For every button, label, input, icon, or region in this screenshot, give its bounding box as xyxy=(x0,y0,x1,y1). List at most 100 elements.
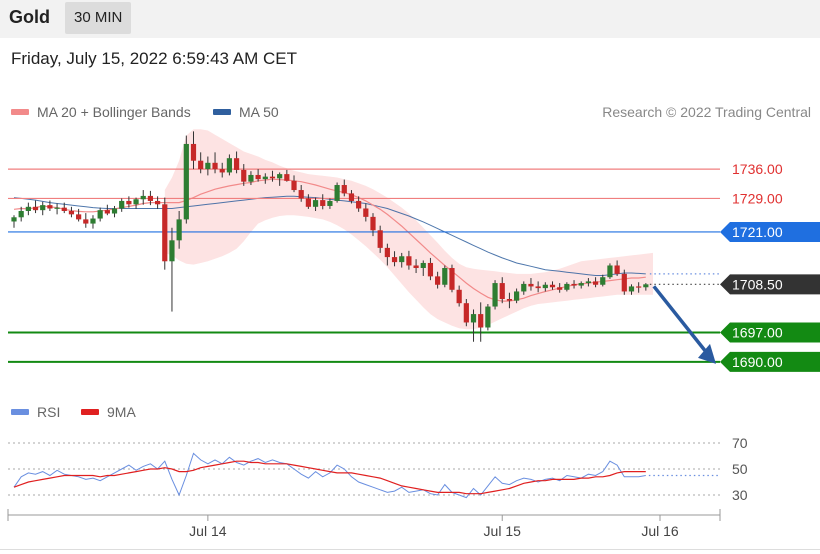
candle-body xyxy=(126,200,132,205)
level-text: 1690.00 xyxy=(732,354,783,370)
candle-body xyxy=(413,265,419,268)
candle-body xyxy=(363,208,369,217)
candle xyxy=(111,205,118,218)
candle-body xyxy=(600,277,606,285)
candle xyxy=(162,197,168,270)
candle xyxy=(492,280,498,310)
candle xyxy=(54,203,60,215)
rsi-tick-30: 30 xyxy=(732,487,748,503)
candle-body xyxy=(190,143,197,161)
candle-body xyxy=(435,276,441,285)
candle-body xyxy=(456,289,462,304)
candle-body xyxy=(535,286,541,289)
candle xyxy=(68,206,75,218)
candle-body xyxy=(18,211,24,218)
candle-body xyxy=(521,283,527,292)
candle-body xyxy=(47,205,53,209)
candle-body xyxy=(334,185,340,201)
candle-body xyxy=(140,195,146,200)
candle-body xyxy=(399,256,405,263)
level-text: 1736.00 xyxy=(732,161,783,177)
candle xyxy=(32,200,39,214)
candle xyxy=(442,265,448,288)
candle-body xyxy=(499,283,505,299)
candle-body xyxy=(83,219,89,224)
candle-body xyxy=(176,219,182,241)
candle-body xyxy=(104,210,110,214)
level-label-1729.00: 1729.00 xyxy=(732,190,783,206)
candle-body xyxy=(262,176,268,180)
candle-body xyxy=(356,200,362,209)
candle-body xyxy=(614,265,620,274)
candle-body xyxy=(384,247,390,258)
candle-body xyxy=(111,208,118,214)
level-text: 1697.00 xyxy=(732,325,783,341)
forecast-arrow-shaft xyxy=(652,285,708,353)
candle-body xyxy=(147,195,154,201)
candle-body xyxy=(255,174,261,180)
candle-body xyxy=(11,217,17,222)
candle-body xyxy=(298,190,304,199)
candle-body xyxy=(212,162,218,170)
candle-body xyxy=(621,273,627,292)
candle-body xyxy=(449,267,455,290)
candle-body xyxy=(370,216,376,231)
candle-body xyxy=(420,262,426,268)
candle-body xyxy=(269,176,276,179)
candle-body xyxy=(90,218,96,224)
candle-body xyxy=(557,287,563,290)
candle xyxy=(183,135,189,224)
candle-body xyxy=(470,314,477,323)
candle-body xyxy=(40,205,46,211)
candle-body xyxy=(155,200,161,205)
candle-body xyxy=(205,162,211,170)
level-text: 1708.50 xyxy=(732,276,783,292)
candle xyxy=(40,201,46,216)
candle-body xyxy=(542,284,548,289)
candle-body xyxy=(119,200,125,209)
level-label-1708.50: 1708.50 xyxy=(720,274,820,295)
candle-body xyxy=(549,284,556,288)
level-label-1736.00: 1736.00 xyxy=(732,161,783,177)
level-text: 1729.00 xyxy=(732,190,783,206)
candle-body xyxy=(636,286,642,288)
candle-body xyxy=(133,199,139,205)
candle xyxy=(449,264,455,293)
candle-body xyxy=(97,210,103,219)
candle-body xyxy=(198,160,204,170)
candle-body xyxy=(32,206,39,211)
candle-body xyxy=(291,180,297,191)
candle xyxy=(90,215,96,229)
candle-body xyxy=(233,158,240,170)
level-text: 1721.00 xyxy=(732,224,783,240)
candle-body xyxy=(585,281,591,284)
candle-body xyxy=(377,230,383,248)
candle-body xyxy=(406,256,412,266)
candle xyxy=(11,215,17,228)
candle-body xyxy=(607,265,613,278)
price-chart[interactable]: 1736.00 1729.00 1721.00 1708.50 1697.00 1690.… xyxy=(0,0,820,554)
level-label-1721.00: 1721.00 xyxy=(720,221,820,242)
x-tick-label: Jul 16 xyxy=(641,523,679,539)
candle-body xyxy=(571,283,577,286)
candle-body xyxy=(277,174,283,179)
candle-body xyxy=(305,198,311,207)
candle-body xyxy=(463,303,469,323)
candle-body xyxy=(341,185,347,194)
candle-body xyxy=(54,207,60,209)
candle xyxy=(133,197,139,209)
candle-body xyxy=(564,283,570,290)
candle-body xyxy=(327,200,333,206)
candle xyxy=(169,227,175,312)
candle-body xyxy=(427,262,434,277)
candle xyxy=(485,304,491,331)
candle-body xyxy=(61,207,67,211)
level-label-1697.00: 1697.00 xyxy=(720,322,820,343)
candle-body xyxy=(169,240,175,262)
candle-body xyxy=(485,306,491,328)
candle xyxy=(97,207,103,222)
candle-body xyxy=(492,283,498,307)
rsi-tick-70: 70 xyxy=(732,435,748,451)
candle xyxy=(119,198,125,212)
candle-body xyxy=(478,314,484,328)
